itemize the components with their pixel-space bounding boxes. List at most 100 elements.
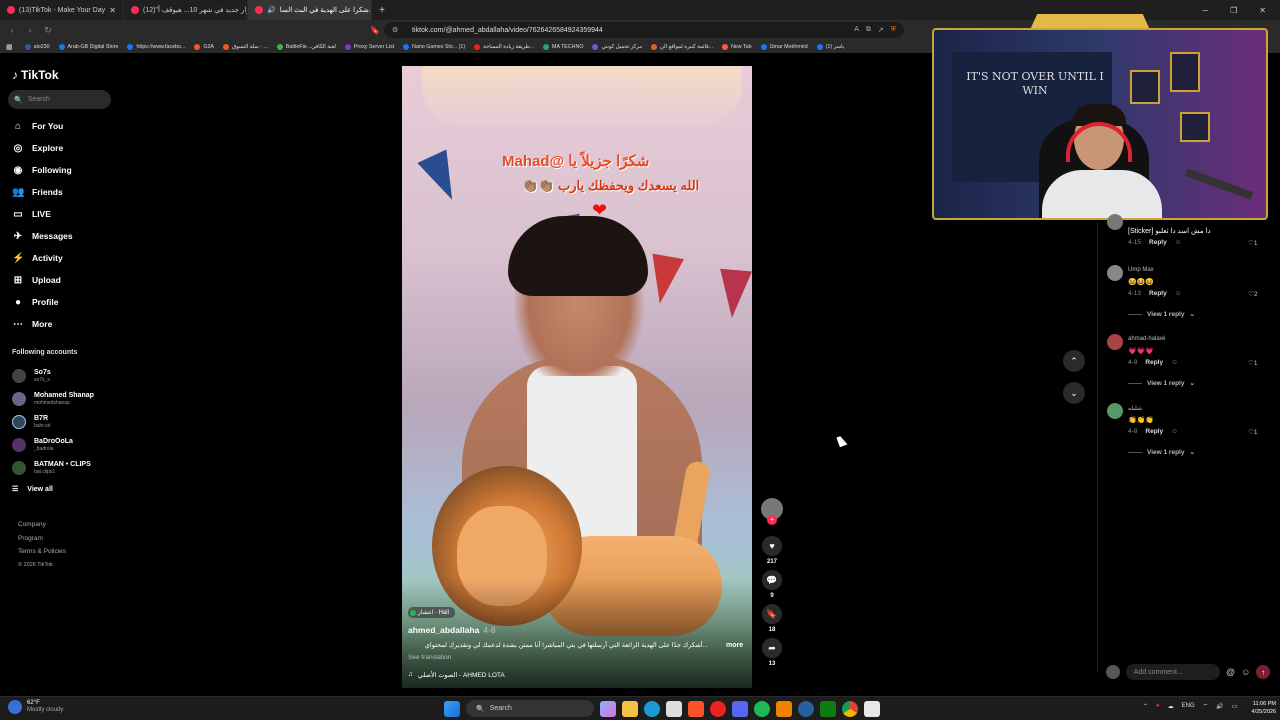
audio-icon[interactable]: 🔊	[267, 6, 276, 14]
share-icon[interactable]: ➦	[762, 638, 782, 658]
bookmark-item[interactable]: G2A	[194, 43, 214, 50]
edge-icon[interactable]	[644, 700, 660, 717]
comment-input[interactable]: Add comment...	[1125, 664, 1220, 680]
share-icon[interactable]: ↗	[878, 26, 884, 34]
emoji-icon[interactable]: ☺	[1241, 667, 1250, 677]
sidebar-item-more[interactable]: ⋯ More	[12, 313, 122, 335]
like-action[interactable]: ♥ 217	[760, 536, 784, 565]
reply-button[interactable]: Reply	[1149, 290, 1167, 297]
bookmark-icon[interactable]: 🔖	[762, 604, 782, 624]
notepad-icon[interactable]	[864, 700, 880, 717]
bookmark-item[interactable]: (1) ياسر	[816, 43, 844, 50]
comment-like[interactable]: ♡2	[1248, 290, 1257, 298]
open-app-icon[interactable]: ⧉	[866, 26, 871, 34]
weather-widget[interactable]: 62°F Mostly cloudy	[8, 700, 63, 714]
send-button[interactable]: ↑	[1256, 665, 1270, 679]
reply-button[interactable]: Reply	[1145, 359, 1163, 366]
sidebar-item-following[interactable]: ◉ Following	[12, 159, 122, 181]
comment-like[interactable]: ♡1	[1248, 359, 1257, 367]
bookmark-item[interactable]: قائمة كتبرة لمواقع الن...	[650, 43, 713, 50]
bookmark-item[interactable]: alo230	[24, 43, 50, 50]
translate-icon[interactable]: A	[854, 26, 859, 34]
following-account[interactable]: BaDroOoLa _badrola	[12, 433, 122, 456]
video-music[interactable]: ♫ الصوت الأصلي - AHMED LOTA	[408, 671, 505, 679]
sidebar-item-profile[interactable]: ● Profile	[12, 291, 122, 313]
bookmark-item[interactable]: مركز تحميل كونتي	[592, 43, 642, 50]
discord-icon[interactable]	[732, 700, 748, 717]
sticker-icon[interactable]: ☺	[1175, 239, 1182, 246]
avatar[interactable]	[1107, 334, 1123, 350]
share-action[interactable]: ➦ 13	[760, 638, 784, 667]
taskbar-search[interactable]: 🔍 Search	[466, 700, 594, 717]
sidebar-item-explore[interactable]: ◎ Explore	[12, 137, 122, 159]
following-account[interactable]: Mohamed Shanap mohmedshanap	[12, 387, 122, 410]
avatar[interactable]	[1107, 214, 1123, 230]
comment-like[interactable]: ♡1	[1248, 428, 1257, 436]
sidebar-item-live[interactable]: ▭ LIVE	[12, 203, 122, 225]
new-tab-button[interactable]: +	[372, 5, 392, 16]
browser-tab[interactable]: (12)"قرار جديد في شهر 10... هيوقف أ...✕	[124, 0, 248, 20]
forward-icon[interactable]: ›	[24, 25, 36, 35]
brave-shield-icon[interactable]: ⛨	[891, 26, 896, 34]
chevron-up-icon[interactable]: ⌃	[1143, 703, 1148, 710]
close-window-icon[interactable]: ✕	[1259, 6, 1266, 15]
browser-tab[interactable]: (13)TikTok - Make Your Day ✕	[0, 0, 124, 20]
language-indicator[interactable]: ENG	[1182, 703, 1195, 709]
copilot-icon[interactable]	[600, 700, 616, 717]
mention-icon[interactable]: @	[1226, 667, 1235, 677]
author-avatar[interactable]: +	[761, 498, 783, 525]
antivirus-icon[interactable]: ●	[1156, 703, 1160, 709]
sticker-icon[interactable]: ☺	[1171, 428, 1178, 435]
bookmark-item[interactable]: Proxy Server List	[344, 43, 394, 50]
next-video-button[interactable]: ⌄	[1063, 382, 1085, 404]
volume-icon[interactable]: 🔊	[1216, 703, 1223, 710]
minimize-icon[interactable]: ─	[1202, 6, 1208, 15]
url-bar[interactable]: 🔖 ⚙ tiktok.com/@ahmed_abdallaha/video/76…	[370, 22, 904, 38]
sticker-icon[interactable]: ☺	[1175, 290, 1182, 297]
vlc-icon[interactable]	[776, 700, 792, 717]
windows-start-icon[interactable]	[444, 700, 460, 717]
comment-author[interactable]: ahmad-halawi	[1128, 336, 1165, 342]
xbox-icon[interactable]	[820, 700, 836, 717]
bookmark-icon[interactable]: 🔖	[370, 26, 380, 35]
footer-link-program[interactable]: Program	[18, 532, 66, 546]
onedrive-icon[interactable]: ☁	[1168, 703, 1174, 710]
bookmark-item[interactable]: Ωmar Moёhmёd	[760, 43, 808, 50]
reload-icon[interactable]: ↻	[42, 25, 54, 36]
comment-author[interactable]: Ump Max	[1128, 267, 1154, 273]
reply-button[interactable]: Reply	[1149, 239, 1167, 246]
file-explorer-icon[interactable]	[622, 700, 638, 717]
view-replies-button[interactable]: View 1 reply ⌄	[1128, 310, 1195, 318]
heart-icon[interactable]: ♥	[762, 536, 782, 556]
comment-icon[interactable]: 💬	[762, 570, 782, 590]
bookmark-item[interactable]: سلة التسوق - ...	[222, 43, 268, 50]
steam-icon[interactable]	[798, 700, 814, 717]
spotify-icon[interactable]	[754, 700, 770, 717]
sidebar-item-activity[interactable]: ⚡ Activity	[12, 247, 122, 269]
wifi-icon[interactable]: ⌔	[1203, 702, 1209, 710]
view-replies-button[interactable]: View 1 reply ⌄	[1128, 448, 1195, 456]
sidebar-item-for-you[interactable]: ⌂ For You	[12, 115, 122, 137]
sidebar-item-messages[interactable]: ✈ Messages	[12, 225, 122, 247]
following-account[interactable]: B7R bahr.xd	[12, 410, 122, 433]
view-replies-button[interactable]: View 1 reply ⌄	[1128, 379, 1195, 387]
save-action[interactable]: 🔖 18	[760, 604, 784, 633]
sidebar-item-friends[interactable]: 👥 Friends	[12, 181, 122, 203]
video-author[interactable]: ahmed_abdallaha 4-8	[408, 625, 496, 635]
reply-button[interactable]: Reply	[1145, 428, 1163, 435]
avatar[interactable]	[1107, 403, 1123, 419]
following-account[interactable]: BATMAN • CLIPS bat.clips1	[12, 456, 122, 479]
avatar[interactable]	[1107, 265, 1123, 281]
previous-video-button[interactable]: ⌃	[1063, 350, 1085, 372]
follow-plus-icon[interactable]: +	[767, 515, 777, 525]
sidebar-item-upload[interactable]: ⊞ Upload	[12, 269, 122, 291]
footer-link-terms[interactable]: Terms & Policies	[18, 545, 66, 559]
footer-link-company[interactable]: Company	[18, 518, 66, 532]
apps-grid-icon[interactable]: ▦	[6, 43, 13, 51]
comment-author[interactable]: شليله	[1128, 405, 1142, 412]
bookmark-item[interactable]: Arab-GB Digital Store	[58, 43, 118, 50]
chrome-icon[interactable]	[842, 700, 858, 717]
following-account[interactable]: So7s so7s_s	[12, 364, 122, 387]
bookmark-item[interactable]: طريقة زيادة المساحة...	[474, 43, 534, 50]
more-button[interactable]: more	[726, 642, 743, 649]
